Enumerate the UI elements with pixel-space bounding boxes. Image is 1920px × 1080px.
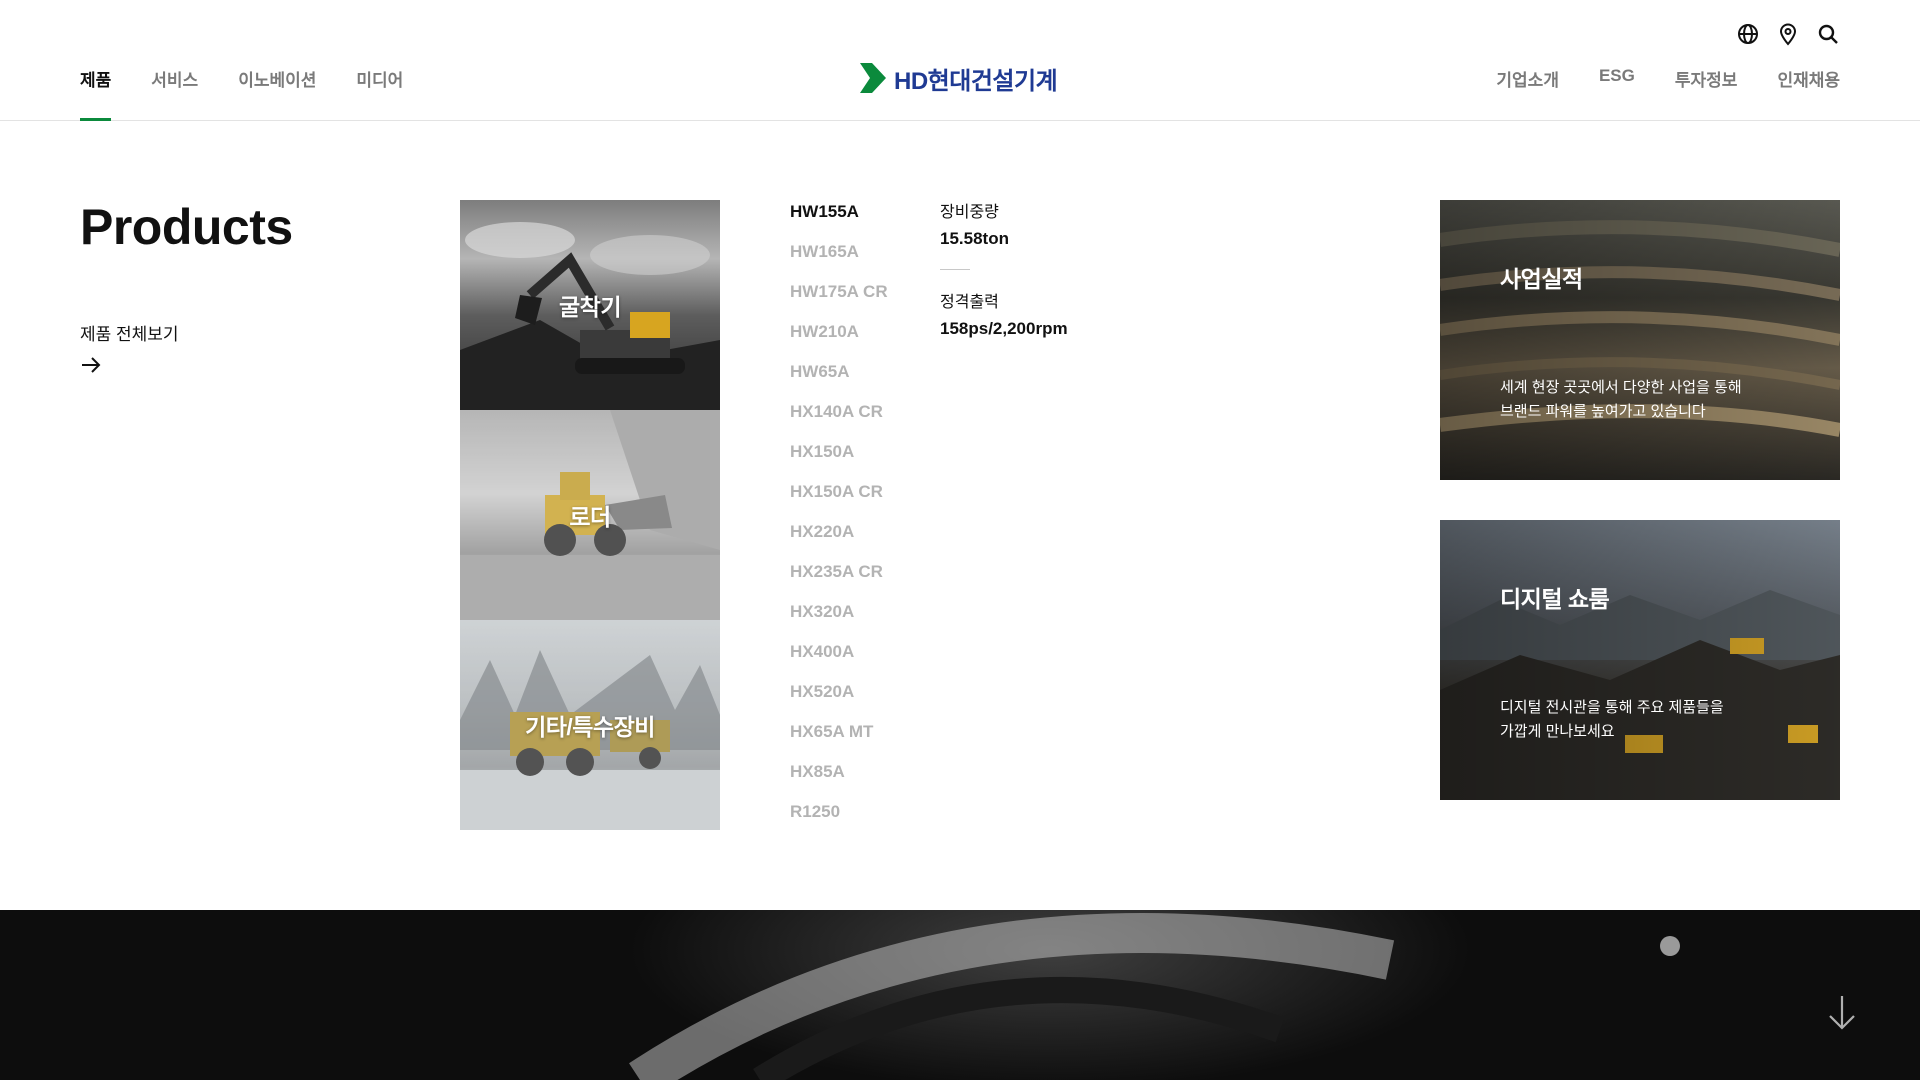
spec-divider [940, 269, 970, 270]
secondary-nav: 기업소개 ESG 투자정보 인재채용 [1496, 66, 1840, 121]
spec-weight-label: 장비중량 [940, 204, 999, 221]
card-description: 세계 현장 곳곳에서 다양한 사업을 통해 브랜드 파워를 높여가고 있습니다 [1500, 376, 1790, 424]
model-list: HW155A HW165A HW175A CR HW210A HW65A HX140A C… [790, 200, 888, 840]
model-item[interactable]: HX150A CR [790, 480, 888, 520]
model-item[interactable]: HW65A [790, 360, 888, 400]
category-tile-excavator[interactable]: 굴착기 [460, 200, 720, 410]
bearing-ring-graphic [629, 910, 1680, 1080]
location-pin-icon[interactable] [1776, 22, 1800, 46]
card-description-line: 디지털 전시관을 통해 주요 제품들을 [1500, 699, 1724, 716]
model-item[interactable]: HX150A [790, 440, 888, 480]
category-label: 로더 [569, 504, 611, 530]
card-title: 디지털 쇼룸 [1500, 586, 1610, 612]
model-item[interactable]: HW155A [790, 200, 888, 240]
model-item[interactable]: HX400A [790, 640, 888, 680]
business-record-card[interactable]: 사업실적 세계 현장 곳곳에서 다양한 사업을 통해 브랜드 파워를 높여가고 … [1440, 200, 1840, 480]
nav-item-careers[interactable]: 인재채용 [1777, 66, 1840, 121]
card-description-line: 가깝게 만나보세요 [1500, 723, 1615, 740]
card-overlay [1440, 520, 1840, 800]
scroll-down-arrow-icon[interactable] [1826, 994, 1858, 1032]
model-item[interactable]: HX140A CR [790, 400, 888, 440]
spec-power-value: 158ps/2,200rpm [940, 319, 1068, 338]
nav-item-products[interactable]: 제품 [80, 66, 112, 121]
nav-item-media[interactable]: 미디어 [356, 66, 403, 121]
brand-logo[interactable]: HD현대건설기계 [860, 62, 1058, 95]
spec-weight-value: 15.58ton [940, 229, 1009, 248]
category-tile-special[interactable]: 기타/특수장비 [460, 620, 720, 830]
arrow-right-icon[interactable] [80, 354, 102, 376]
model-item[interactable]: HX85A [790, 760, 888, 800]
utility-icons [1736, 22, 1840, 46]
card-description-line: 브랜드 파워를 높여가고 있습니다 [1500, 403, 1706, 420]
model-item[interactable]: HX235A CR [790, 560, 888, 600]
nav-item-innovation[interactable]: 이노베이션 [238, 66, 316, 121]
logo-text: HD현대건설기계 [894, 67, 1058, 95]
model-item[interactable]: HX320A [790, 600, 888, 640]
hero-background-band [0, 910, 1920, 1080]
spec-panel: 장비중량 15.58ton 정격출력 158ps/2,200rpm [940, 200, 1068, 342]
nav-item-investors[interactable]: 투자정보 [1675, 66, 1738, 121]
category-label: 기타/특수장비 [525, 714, 655, 740]
category-tiles: 굴착기 로더 기타/특수장비 [460, 200, 720, 830]
model-item[interactable]: HW175A CR [790, 280, 888, 320]
card-description-line: 세계 현장 곳곳에서 다양한 사업을 통해 [1500, 379, 1742, 396]
model-item[interactable]: HW210A [790, 320, 888, 360]
card-title: 사업실적 [1500, 266, 1583, 292]
page-title: Products [80, 199, 293, 255]
view-all-products-link[interactable]: 제품 전체보기 [80, 320, 179, 345]
model-item[interactable]: HX520A [790, 680, 888, 720]
nav-item-services[interactable]: 서비스 [151, 66, 198, 121]
model-item[interactable]: HW165A [790, 240, 888, 280]
search-icon[interactable] [1816, 22, 1840, 46]
primary-nav: 제품 서비스 이노베이션 미디어 [80, 66, 403, 121]
spec-power-label: 정격출력 [940, 294, 999, 311]
nav-item-about[interactable]: 기업소개 [1496, 66, 1559, 121]
logo-mark-icon [860, 63, 886, 93]
model-item[interactable]: HX220A [790, 520, 888, 560]
model-item[interactable]: HX65A MT [790, 720, 888, 760]
card-description: 디지털 전시관을 통해 주요 제품들을 가깝게 만나보세요 [1500, 696, 1790, 744]
category-tile-loader[interactable]: 로더 [460, 410, 720, 620]
model-item[interactable]: R1250 [790, 800, 888, 840]
digital-showroom-card[interactable]: 디지털 쇼룸 디지털 전시관을 통해 주요 제품들을 가깝게 만나보세요 [1440, 520, 1840, 800]
category-label: 굴착기 [559, 294, 621, 320]
globe-icon[interactable] [1736, 22, 1760, 46]
site-header: 제품 서비스 이노베이션 미디어 HD현대건설기계 기업소개 ESG 투자정보 … [0, 0, 1920, 121]
nav-item-esg[interactable]: ESG [1599, 66, 1635, 121]
card-overlay [1440, 200, 1840, 480]
